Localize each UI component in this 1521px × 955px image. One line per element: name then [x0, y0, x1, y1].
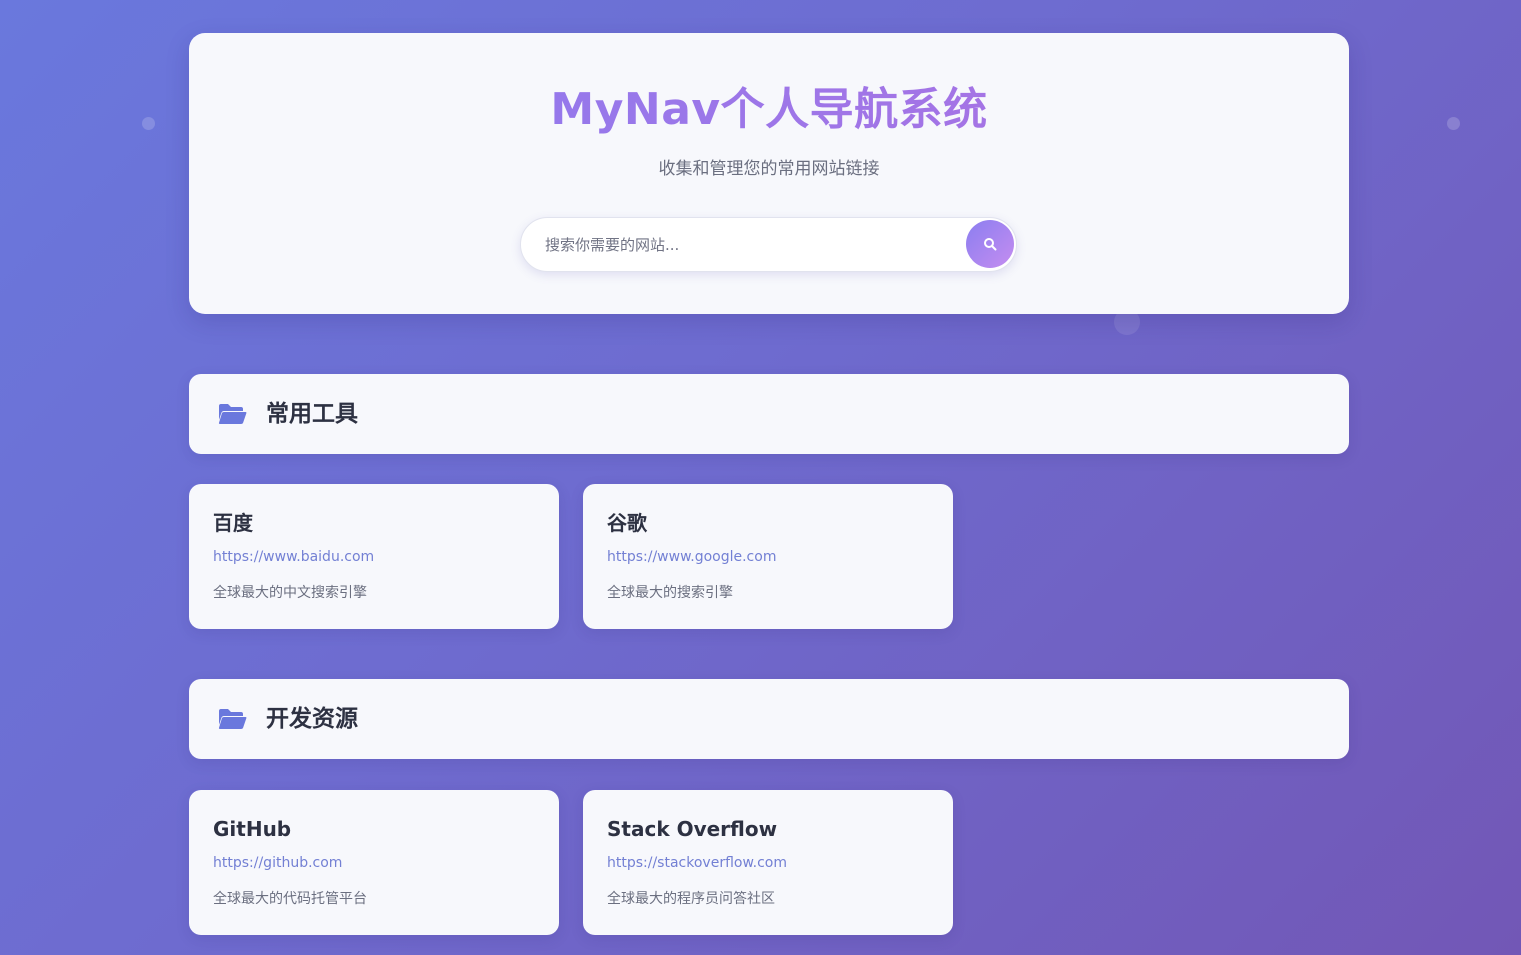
card-url[interactable]: https://www.baidu.com	[213, 547, 374, 567]
card-description: 全球最大的中文搜索引擎	[213, 585, 367, 601]
section-title: 开发资源	[266, 706, 358, 732]
card-title: GitHub	[213, 817, 292, 841]
link-card-stackoverflow[interactable]: Stack Overflow https://stackoverflow.com…	[583, 790, 953, 935]
card-url[interactable]: https://stackoverflow.com	[607, 853, 787, 873]
card-url[interactable]: https://www.google.com	[607, 547, 776, 567]
link-card-google[interactable]: 谷歌 https://www.google.com 全球最大的搜索引擎	[583, 484, 953, 629]
card-title: 百度	[213, 511, 253, 535]
folder-open-icon	[218, 404, 247, 424]
card-description: 全球最大的搜索引擎	[607, 585, 733, 601]
decorative-dot	[1447, 117, 1460, 130]
card-title: 谷歌	[607, 511, 647, 535]
link-card-baidu[interactable]: 百度 https://www.baidu.com 全球最大的中文搜索引擎	[189, 484, 559, 629]
search-input[interactable]	[521, 218, 961, 271]
card-description: 全球最大的程序员问答社区	[607, 891, 775, 907]
link-card-github[interactable]: GitHub https://github.com 全球最大的代码托管平台	[189, 790, 559, 935]
card-url[interactable]: https://github.com	[213, 853, 342, 873]
section-header-dev-resources: 开发资源	[189, 679, 1349, 759]
card-title: Stack Overflow	[607, 817, 778, 841]
header-card: MyNav个人导航系统 收集和管理您的常用网站链接	[189, 33, 1349, 314]
section-header-common-tools: 常用工具	[189, 374, 1349, 454]
section-title: 常用工具	[266, 401, 358, 427]
site-subtitle: 收集和管理您的常用网站链接	[658, 159, 880, 179]
card-description: 全球最大的代码托管平台	[213, 891, 367, 907]
site-title: MyNav个人导航系统	[189, 81, 1349, 139]
decorative-dot	[142, 117, 155, 130]
folder-open-icon	[218, 709, 247, 729]
search-bar	[520, 217, 1017, 272]
search-icon	[984, 238, 997, 251]
search-button[interactable]	[966, 220, 1014, 268]
